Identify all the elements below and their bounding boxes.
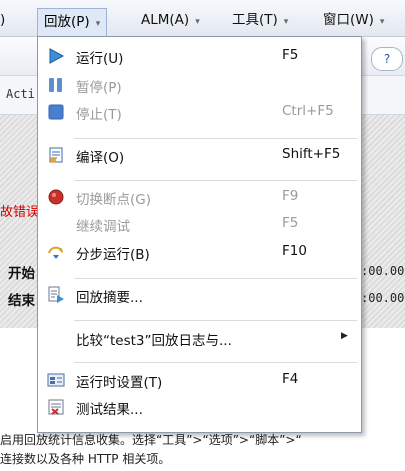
menu-item-run[interactable]: 运行(U) F5: [38, 43, 361, 69]
playback-dropdown-menu: 运行(U) F5 暂停(P) 停止(T) Ctrl+F5 编译(O) Shift…: [37, 36, 362, 433]
stop-icon: [47, 103, 65, 121]
menu-separator: [74, 180, 357, 181]
chevron-down-icon: ▾: [195, 17, 200, 27]
menu-item-label: 切换断点(G): [76, 192, 151, 208]
info-line-1: 启用回放统计信息收集。选择“工具”>“选项”>“脚本”>“: [0, 433, 302, 447]
menu-item-label: 暂停(P): [76, 80, 122, 96]
menu-item-test-results[interactable]: 测试结果...: [38, 394, 361, 420]
menu-fragment: ): [0, 12, 6, 28]
chevron-down-icon: ▾: [95, 19, 101, 29]
menu-tools[interactable]: 工具(T) ▾: [232, 9, 288, 31]
menu-item-label: 测试结果...: [76, 402, 143, 418]
info-line-2: 连接数以及各种 HTTP 相关项。: [0, 452, 171, 466]
menu-item-pause[interactable]: 暂停(P): [38, 72, 361, 98]
menu-item-shortcut: F5: [282, 47, 299, 63]
menu-item-compile[interactable]: 编译(O) Shift+F5: [38, 142, 361, 168]
menu-window-label: 窗口(W): [323, 12, 374, 28]
menu-item-shortcut: F5: [282, 215, 299, 231]
step-icon: [47, 243, 65, 261]
menu-item-continue-debug[interactable]: 继续调试 F5: [38, 211, 361, 237]
play-icon: [47, 47, 65, 65]
menu-item-label: 运行(U): [76, 51, 124, 67]
menu-item-shortcut: F4: [282, 371, 299, 387]
tab-label[interactable]: Acti: [6, 87, 35, 101]
menu-item-runtime-settings[interactable]: 运行时设置(T) F4: [38, 367, 361, 393]
menu-item-toggle-breakpoint[interactable]: 切换断点(G) F9: [38, 184, 361, 210]
menu-item-label: 分步运行(B): [76, 247, 150, 263]
end-label: 结束: [8, 293, 35, 309]
menu-item-shortcut: F10: [282, 243, 307, 259]
chevron-down-icon: ▾: [283, 17, 289, 27]
help-button[interactable]: ?: [371, 47, 403, 71]
menu-separator: [74, 362, 357, 363]
start-label: 开始: [8, 266, 35, 282]
menu-item-stop[interactable]: 停止(T) Ctrl+F5: [38, 99, 361, 125]
help-icon: ?: [383, 52, 391, 66]
menu-item-replay-summary[interactable]: 回放摘要...: [38, 282, 361, 308]
menu-separator: [74, 138, 357, 139]
end-time: :00.00: [361, 291, 405, 305]
menu-item-label: 运行时设置(T): [76, 375, 163, 391]
menu-alm-label: ALM(A): [141, 12, 190, 28]
menu-item-label: 继续调试: [76, 219, 130, 235]
menu-item-label: 停止(T): [76, 107, 122, 123]
menu-item-step-run[interactable]: 分步运行(B) F10: [38, 239, 361, 265]
summary-icon: [47, 286, 65, 304]
menu-alm[interactable]: ALM(A) ▾: [141, 9, 200, 31]
menu-item-shortcut: Ctrl+F5: [282, 103, 334, 119]
menu-item-shortcut: Shift+F5: [282, 146, 341, 162]
breakpoint-icon: [47, 188, 65, 206]
runtime-settings-icon: [47, 371, 65, 389]
menu-playback-label: 回放(P): [44, 14, 90, 30]
menu-tools-label: 工具(T): [232, 12, 278, 28]
compile-icon: [47, 146, 65, 164]
menu-separator: [74, 278, 357, 279]
menu-bar: ) 回放(P) ▾ ALM(A) ▾ 工具(T) ▾ 窗口(W) ▾: [0, 0, 405, 37]
menu-playback[interactable]: 回放(P) ▾: [37, 8, 108, 37]
start-time: :00.00: [361, 264, 405, 278]
menu-item-shortcut: F9: [282, 188, 299, 204]
error-text: 故错误: [0, 205, 40, 220]
menu-window[interactable]: 窗口(W) ▾: [323, 9, 384, 31]
menu-item-compare-log[interactable]: 比较“test3”回放日志与... ▶: [38, 325, 361, 351]
menu-item-label: 回放摘要...: [76, 290, 143, 306]
menu-item-label: 比较“test3”回放日志与...: [76, 333, 232, 349]
menu-separator: [74, 320, 357, 321]
test-results-icon: [47, 398, 65, 416]
submenu-arrow-icon: ▶: [341, 331, 348, 341]
menu-item-label: 编译(O): [76, 150, 125, 166]
chevron-down-icon: ▾: [379, 17, 385, 27]
pause-icon: [47, 76, 65, 94]
